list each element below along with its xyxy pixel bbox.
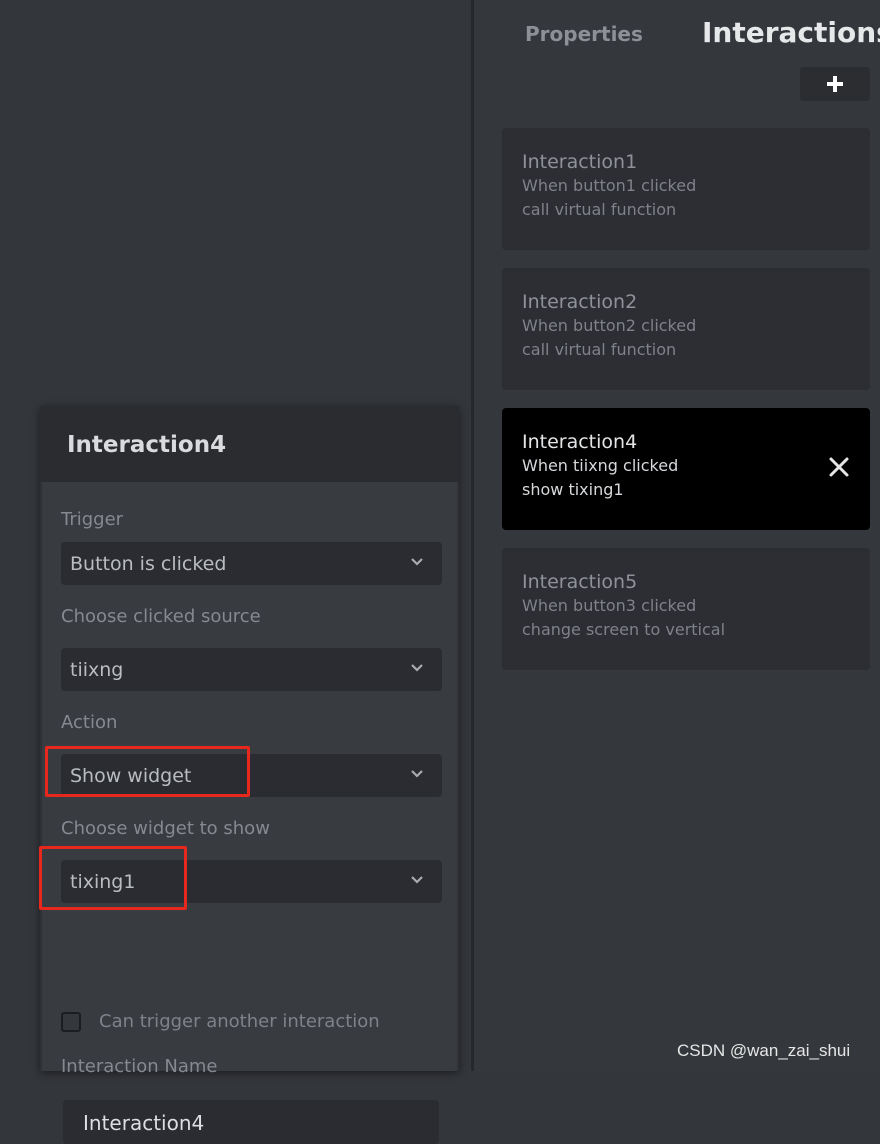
interaction-card-2[interactable]: Interaction2 When button2 clicked call v… <box>502 268 870 390</box>
interaction-title: Interaction5 <box>522 571 638 593</box>
annotation-box-widget <box>39 846 187 910</box>
source-value: tiixng <box>70 659 124 681</box>
interaction-trigger-text: When button1 clicked <box>522 176 697 195</box>
interaction-card-5[interactable]: Interaction5 When button3 clicked change… <box>502 548 870 670</box>
trigger-label: Trigger <box>61 509 124 530</box>
interaction-action-text: change screen to vertical <box>522 620 726 639</box>
can-trigger-checkbox[interactable] <box>61 1012 81 1032</box>
tab-interactions[interactable]: Interactions <box>702 16 880 49</box>
interaction-action-text: call virtual function <box>522 200 677 219</box>
interaction-editor: Interaction4 Trigger Button is clicked C… <box>40 406 459 1144</box>
plus-icon <box>827 76 843 92</box>
widget-label: Choose widget to show <box>61 818 270 839</box>
add-interaction-button[interactable] <box>800 67 870 101</box>
interaction-trigger-text: When button2 clicked <box>522 316 697 335</box>
name-label: Interaction Name <box>61 1056 218 1077</box>
interaction-title: Interaction1 <box>522 151 638 173</box>
chevron-down-icon <box>411 770 423 778</box>
interaction-title: Interaction4 <box>522 431 638 453</box>
editor-title: Interaction4 <box>67 432 227 458</box>
interaction-trigger-text: When tiixng clicked <box>522 456 679 475</box>
close-icon[interactable] <box>828 456 850 478</box>
interaction-name-value: Interaction4 <box>83 1111 205 1135</box>
source-label: Choose clicked source <box>61 606 261 627</box>
source-select[interactable]: tiixng <box>61 648 442 691</box>
watermark: CSDN @wan_zai_shui <box>677 1041 851 1060</box>
interaction-action-text: call virtual function <box>522 340 677 359</box>
tab-properties[interactable]: Properties <box>525 22 643 46</box>
interaction-card-1[interactable]: Interaction1 When button1 clicked call v… <box>502 128 870 250</box>
annotation-box-action <box>45 746 250 797</box>
trigger-value: Button is clicked <box>70 553 227 575</box>
interaction-trigger-text: When button3 clicked <box>522 596 697 615</box>
can-trigger-label[interactable]: Can trigger another interaction <box>99 1011 380 1032</box>
chevron-down-icon <box>411 558 423 566</box>
chevron-down-icon <box>411 664 423 672</box>
editor-header: Interaction4 <box>40 406 459 482</box>
interaction-title: Interaction2 <box>522 291 638 313</box>
interaction-action-text: show tixing1 <box>522 480 624 499</box>
trigger-select[interactable]: Button is clicked <box>61 542 442 585</box>
chevron-down-icon <box>411 876 423 884</box>
action-label: Action <box>61 712 118 733</box>
interaction-name-input[interactable]: Interaction4 <box>63 1100 439 1144</box>
interactions-panel: Properties Interactions Interaction1 Whe… <box>474 0 880 1071</box>
interaction-card-4[interactable]: Interaction4 When tiixng clicked show ti… <box>502 408 870 530</box>
